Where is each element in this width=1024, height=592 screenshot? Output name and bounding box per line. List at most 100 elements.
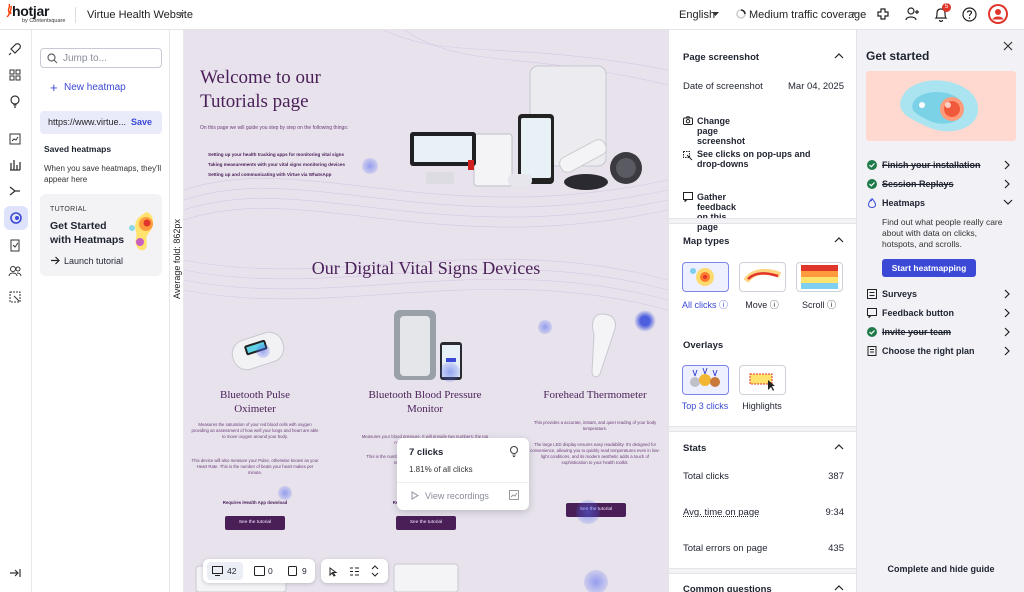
section-title: Our Digital Vital Signs Devices (311, 258, 541, 278)
gather-feedback-label: Gather feedback on this page (697, 192, 737, 232)
page-screenshot-title: Page screenshot (683, 52, 760, 63)
mobile-icon (288, 566, 297, 576)
common-questions-title: Common questions (683, 584, 772, 592)
jump-to-search[interactable]: Jump to... (40, 48, 162, 68)
tutorial-title: Get Started with Heatmaps (50, 220, 125, 246)
play-icon (411, 491, 419, 500)
dashboard-grid-icon[interactable] (8, 68, 24, 84)
survey-icon (867, 289, 877, 299)
product-title-line1: Bluetooth Blood Pressure (368, 389, 482, 401)
device-switcher: 42 0 9 (203, 559, 315, 583)
start-heatmapping-button[interactable]: Start heatmapping (882, 259, 976, 277)
chevron-up-icon[interactable] (834, 585, 844, 592)
lightbulb-icon[interactable] (509, 445, 519, 457)
highlights-label: Highlights (742, 401, 782, 411)
chevron-up-icon[interactable] (834, 53, 844, 63)
chevron-down-icon (851, 12, 858, 17)
tooltip-percent: 1.81% of all clicks (409, 465, 473, 474)
move-map-option[interactable] (739, 262, 786, 292)
popup-icon (683, 151, 693, 161)
rocket-icon[interactable] (8, 42, 24, 58)
users-icon[interactable] (8, 264, 24, 280)
guide-item-installation[interactable]: Finish your installation (867, 159, 1017, 173)
heatmap-icon (9, 211, 23, 225)
hero-step-3: Setting up and communicating with Virtue… (208, 172, 332, 177)
scroll-label: Scroll ⓘ (801, 300, 837, 310)
heatmaps-nav-active[interactable] (4, 206, 28, 230)
desktop-device-button[interactable]: 42 (207, 562, 243, 580)
user-avatar[interactable] (988, 4, 1008, 24)
trends-icon[interactable] (8, 132, 24, 148)
expand-sidebar-icon[interactable] (8, 566, 24, 582)
heatmaps-panel: Jump to... + New heatmap https://www.vir… (32, 30, 170, 592)
chevron-down-icon (712, 12, 719, 17)
funnel-icon[interactable] (8, 184, 24, 200)
desktop-count: 42 (227, 566, 237, 576)
chevron-right-icon (1004, 308, 1013, 318)
search-input[interactable]: Jump to... (63, 53, 107, 64)
invite-user-icon[interactable] (905, 7, 920, 21)
analytics-icon[interactable] (509, 490, 519, 500)
launch-tutorial-link[interactable]: Launch tutorial (64, 256, 123, 266)
lightbulb-icon[interactable] (8, 94, 24, 110)
integrations-icon[interactable] (876, 7, 890, 21)
guide-item-session-replays[interactable]: Session Replays (867, 178, 1017, 192)
click-hotspot (278, 486, 292, 500)
avg-time-value: 9:34 (825, 507, 845, 518)
saved-heatmaps-title: Saved heatmaps (44, 144, 112, 154)
guide-title: Get started (866, 49, 930, 63)
tutorial-card[interactable]: TUTORIAL Get Started with Heatmaps Launc… (40, 194, 162, 276)
language-label: English (679, 9, 716, 21)
see-tutorial-button[interactable]: See the tutorial (225, 516, 285, 530)
scroll-map-option[interactable] (796, 262, 843, 292)
clipboard-icon[interactable] (8, 238, 24, 254)
forehead-thermometer-image (591, 313, 616, 378)
check-circle-icon (867, 179, 877, 189)
engage-icon[interactable] (8, 290, 24, 306)
hero-title-line2: Tutorials page (200, 91, 309, 112)
chevron-right-icon (1004, 346, 1013, 356)
guide-item-feedback-button[interactable]: Feedback button (867, 307, 1017, 321)
guide-item-label: Feedback button (882, 308, 955, 318)
guide-item-label: Session Replays (882, 179, 954, 189)
get-started-guide: Get started Finish your installation Ses… (856, 30, 1024, 592)
chevron-up-icon[interactable] (834, 444, 844, 454)
chevron-down-icon (1003, 199, 1013, 209)
click-hotspot (538, 320, 552, 334)
map-types-title: Map types (683, 236, 730, 247)
heatmap-url-row[interactable]: https://www.virtue... Save (40, 111, 162, 134)
save-button[interactable]: Save (131, 117, 152, 127)
heatmap-illustration-icon (900, 80, 979, 132)
guide-item-choose-plan[interactable]: Choose the right plan (867, 345, 1017, 359)
guide-item-surveys[interactable]: Surveys (867, 288, 1017, 302)
click-hotspot (362, 158, 378, 174)
hero-intro: On this page we will guide you step by s… (200, 125, 349, 131)
notification-badge: 5 (942, 3, 951, 12)
see-tutorial-button[interactable]: See the tutorial (396, 516, 456, 530)
guide-item-heatmaps[interactable]: Heatmaps (867, 197, 1017, 211)
guide-item-invite-team[interactable]: Invite your team (867, 326, 1017, 340)
element-list-icon[interactable] (349, 566, 360, 577)
complete-guide-link[interactable]: Complete and hide guide (857, 564, 1024, 574)
avg-time-label[interactable]: Avg. time on page (683, 507, 759, 518)
screenshot-date-value: Mar 04, 2025 (788, 81, 844, 92)
cursor-select-icon[interactable] (328, 566, 339, 577)
desktop-icon (212, 566, 223, 576)
search-icon (47, 53, 58, 64)
bar-chart-icon[interactable] (8, 158, 24, 174)
top-bar: hotjar by Contentsquare Virtue Health We… (0, 0, 1024, 30)
heatmap-settings-panel: Page screenshot Date of screenshot Mar 0… (668, 30, 856, 592)
help-icon[interactable] (962, 7, 977, 22)
tooltip-clicks: 7 clicks (409, 447, 444, 458)
highlights-icon (749, 373, 775, 391)
click-hotspot (440, 362, 460, 382)
highlights-overlay-option[interactable] (739, 365, 786, 395)
mobile-device-button[interactable]: 9 (285, 562, 313, 580)
expand-vertical-icon[interactable] (371, 565, 379, 577)
all-clicks-map-option[interactable] (682, 262, 729, 292)
chevron-up-icon[interactable] (834, 237, 844, 247)
tablet-device-button[interactable]: 0 (251, 562, 279, 580)
top-3-clicks-overlay-option[interactable] (682, 365, 729, 395)
close-icon[interactable] (1003, 41, 1013, 51)
plan-icon (867, 346, 877, 356)
